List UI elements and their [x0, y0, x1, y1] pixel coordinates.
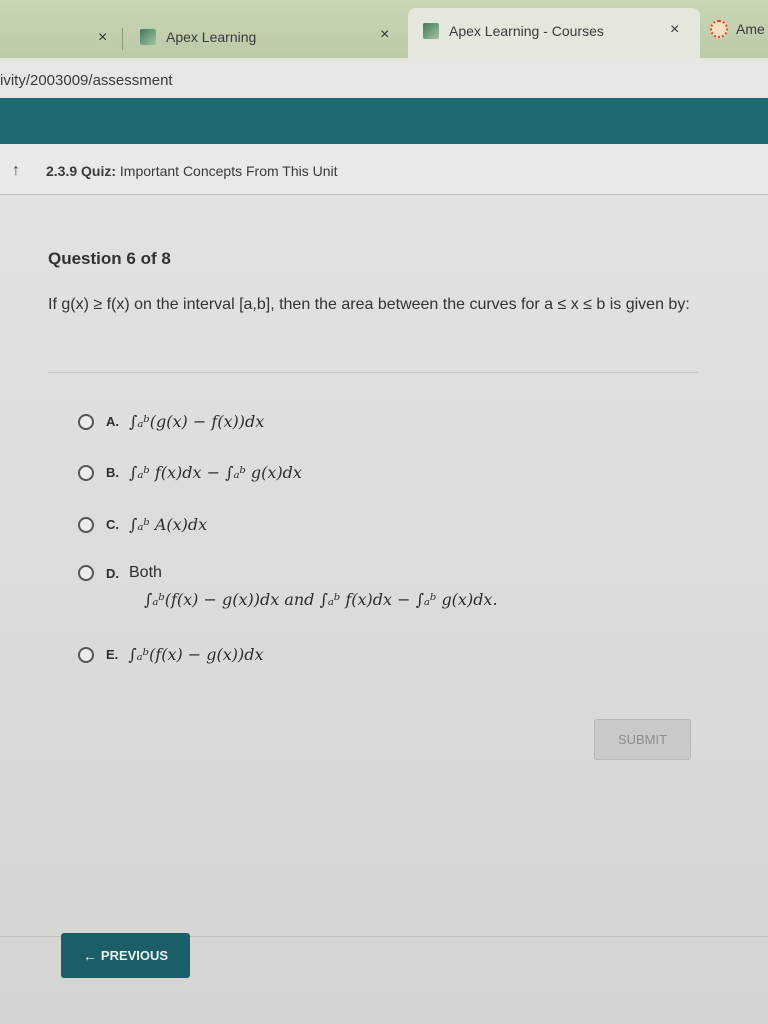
quiz-title: 2.3.9 Quiz: Important Concepts From This… — [46, 163, 338, 179]
option-text: ∫ₐᵇ f(x)dx − ∫ₐᵇ g(x)dx — [129, 463, 302, 482]
answer-option-d[interactable]: D. Both — [78, 564, 162, 582]
tab-divider — [122, 28, 123, 50]
option-text: Both — [129, 564, 162, 581]
option-text: ∫ₐᵇ(g(x) − f(x))dx — [129, 412, 265, 431]
answer-option-c[interactable]: C. ∫ₐᵇ A(x)dx — [78, 515, 207, 534]
option-letter: D. — [106, 565, 119, 581]
radio-button[interactable] — [78, 464, 94, 481]
close-tab-icon[interactable]: × — [380, 26, 389, 44]
answer-option-e[interactable]: E. ∫ₐᵇ(f(x) − g(x))dx — [78, 645, 264, 664]
quiz-number: 2.3.9 — [46, 163, 78, 179]
main-content — [0, 195, 768, 1024]
site-banner — [0, 98, 768, 144]
up-arrow-icon[interactable]: ↑ — [12, 162, 20, 180]
radio-button[interactable] — [78, 516, 94, 533]
option-letter: B. — [106, 465, 119, 480]
quiz-label: Quiz: — [81, 163, 117, 179]
previous-label: PREVIOUS — [100, 948, 169, 963]
site-favicon-icon — [710, 20, 728, 38]
apex-favicon-icon — [423, 23, 439, 39]
close-tab-icon[interactable]: × — [98, 29, 107, 47]
submit-button[interactable]: SUBMIT — [594, 719, 691, 760]
tab-apex-learning-courses[interactable]: Apex Learning - Courses — [423, 23, 604, 39]
close-tab-icon[interactable]: × — [670, 21, 679, 39]
option-letter: E. — [106, 647, 119, 662]
radio-button[interactable] — [78, 565, 94, 581]
tab-apex-learning[interactable]: Apex Learning — [140, 29, 256, 45]
radio-button[interactable] — [78, 646, 94, 663]
question-text: If g(x) ≥ f(x) on the interval [a,b], th… — [48, 296, 690, 313]
apex-favicon-icon — [140, 29, 156, 45]
radio-button[interactable] — [78, 413, 94, 430]
tab-label: Apex Learning — [166, 29, 257, 45]
tab-label: Apex Learning - Courses — [449, 23, 604, 39]
url-text[interactable]: ivity/2003009/assessment — [0, 72, 173, 89]
option-d-formula: ∫ₐᵇ(f(x) − g(x))dx and ∫ₐᵇ f(x)dx − ∫ₐᵇ … — [144, 590, 498, 609]
option-text: ∫ₐᵇ A(x)dx — [129, 515, 208, 534]
tab-ame[interactable]: Ame — [710, 20, 765, 38]
option-letter: C. — [106, 517, 119, 532]
tab-label: Ame — [736, 21, 765, 37]
quiz-name: Important Concepts From This Unit — [119, 163, 338, 179]
answer-option-b[interactable]: B. ∫ₐᵇ f(x)dx − ∫ₐᵇ g(x)dx — [78, 463, 302, 482]
previous-button[interactable]: ← PREVIOUS — [61, 933, 190, 978]
divider — [48, 372, 698, 373]
question-number: Question 6 of 8 — [48, 249, 171, 268]
answer-option-a[interactable]: A. ∫ₐᵇ(g(x) − f(x))dx — [78, 412, 264, 431]
option-letter: A. — [106, 414, 119, 429]
left-arrow-icon: ← — [82, 947, 97, 964]
option-text: ∫ₐᵇ(f(x) − g(x))dx — [128, 645, 264, 664]
